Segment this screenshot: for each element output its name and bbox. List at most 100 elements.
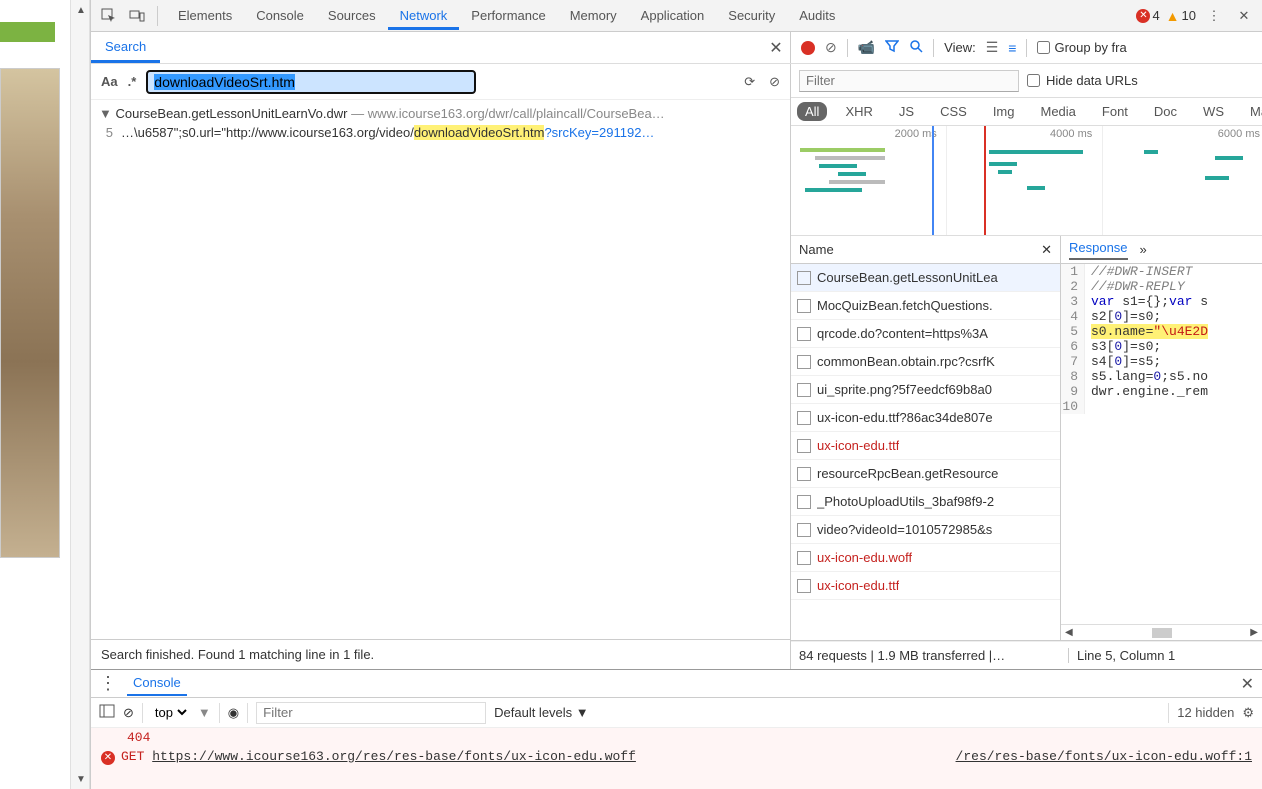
code-line: dwr.engine._rem xyxy=(1085,384,1208,399)
clear-icon[interactable]: ⊘ xyxy=(825,39,837,56)
filter-xhr[interactable]: XHR xyxy=(837,102,880,121)
response-tabs: Response » xyxy=(1061,236,1262,264)
console-message[interactable]: 404 xyxy=(91,728,1262,747)
console-filter-input[interactable] xyxy=(256,702,486,724)
record-icon[interactable] xyxy=(801,41,815,55)
file-icon xyxy=(797,523,811,537)
device-toggle-icon[interactable] xyxy=(125,4,149,28)
response-tab[interactable]: Response xyxy=(1069,240,1128,260)
page-scrollbar[interactable]: ▲ ▼ xyxy=(70,0,90,789)
close-devtools-icon[interactable]: ✕ xyxy=(1232,4,1256,28)
log-levels-selector[interactable]: Default levels ▼ xyxy=(494,705,589,720)
filter-icon[interactable] xyxy=(885,39,899,56)
tab-security[interactable]: Security xyxy=(716,2,787,30)
filter-img[interactable]: Img xyxy=(985,102,1023,121)
resource-type-filters: AllXHRJSCSSImgMediaFontDocWSManifestO xyxy=(791,98,1262,126)
request-row[interactable]: ux-icon-edu.ttf xyxy=(791,572,1060,600)
search-tab[interactable]: Search xyxy=(91,33,160,63)
tab-memory[interactable]: Memory xyxy=(558,2,629,30)
main-split: Aa .* ⟳ ⊘ ▼ CourseBean.getLessonUnitLear… xyxy=(91,64,1262,669)
error-count[interactable]: ✕4 xyxy=(1136,8,1159,23)
error-url[interactable]: https://www.icourse163.org/res/res-base/… xyxy=(152,749,636,764)
request-row[interactable]: commonBean.obtain.rpc?csrfK xyxy=(791,348,1060,376)
filter-js[interactable]: JS xyxy=(891,102,922,121)
filter-css[interactable]: CSS xyxy=(932,102,975,121)
request-row[interactable]: CourseBean.getLessonUnitLea xyxy=(791,264,1060,292)
live-expression-icon[interactable]: ◉ xyxy=(228,705,239,721)
request-row[interactable]: resourceRpcBean.getResource xyxy=(791,460,1060,488)
tab-application[interactable]: Application xyxy=(629,2,717,30)
close-search-icon[interactable]: ✕ xyxy=(762,38,790,58)
filter-manifest[interactable]: Manifest xyxy=(1242,102,1262,121)
context-selector[interactable]: top xyxy=(151,704,190,721)
filter-doc[interactable]: Doc xyxy=(1146,102,1185,121)
scroll-up-arrow[interactable]: ▲ xyxy=(71,0,91,20)
filter-all[interactable]: All xyxy=(797,102,827,121)
error-source[interactable]: /res/res-base/fonts/ux-icon-edu.woff:1 xyxy=(956,749,1252,764)
tab-elements[interactable]: Elements xyxy=(166,2,244,30)
filter-ws[interactable]: WS xyxy=(1195,102,1232,121)
request-row[interactable]: _PhotoUploadUtils_3baf98f9-2 xyxy=(791,488,1060,516)
tab-audits[interactable]: Audits xyxy=(787,2,847,30)
console-message[interactable]: ✕GET https://www.icourse163.org/res/res-… xyxy=(91,747,1262,767)
request-row[interactable]: video?videoId=1010572985&s xyxy=(791,516,1060,544)
kebab-menu-icon[interactable]: ⋮ xyxy=(1202,4,1226,28)
code-line xyxy=(1085,399,1091,414)
tab-performance[interactable]: Performance xyxy=(459,2,557,30)
close-drawer-icon[interactable]: ✕ xyxy=(1241,674,1254,694)
search-result-file[interactable]: ▼ CourseBean.getLessonUnitLearnVo.dwr — … xyxy=(91,104,790,123)
request-row[interactable]: MocQuizBean.fetchQuestions. xyxy=(791,292,1060,320)
response-hscroll[interactable]: ◀▶ xyxy=(1061,624,1262,640)
hidden-count[interactable]: 12 hidden xyxy=(1177,705,1234,720)
response-body[interactable]: 1//#DWR-INSERT2//#DWR-REPLY3var s1={};va… xyxy=(1061,264,1262,624)
view-label: View: xyxy=(944,40,976,55)
camera-icon[interactable]: 📹 xyxy=(858,39,875,56)
console-tab[interactable]: Console xyxy=(127,671,187,696)
refresh-icon[interactable]: ⟳ xyxy=(744,74,755,90)
drawer-menu-icon[interactable]: ⋮ xyxy=(99,673,117,694)
case-sensitive-toggle[interactable]: Aa xyxy=(101,74,118,89)
filter-font[interactable]: Font xyxy=(1094,102,1136,121)
line-number: 9 xyxy=(1061,384,1085,399)
group-by-frame-checkbox[interactable]: Group by fra xyxy=(1037,40,1126,55)
request-row[interactable]: ux-icon-edu.ttf?86ac34de807e xyxy=(791,404,1060,432)
network-timeline[interactable]: 2000 ms 4000 ms 6000 ms xyxy=(791,126,1262,236)
request-name: commonBean.obtain.rpc?csrfK xyxy=(817,354,995,369)
regex-toggle[interactable]: .* xyxy=(128,74,137,89)
result-line-text: …\u6587";s0.url="http://www.icourse163.o… xyxy=(121,125,782,140)
tab-console[interactable]: Console xyxy=(244,2,316,30)
separator xyxy=(933,39,934,57)
network-toolbar: ⊘ 📹 View: ☰ ≡ Group by fra xyxy=(791,32,1262,63)
request-row[interactable]: ux-icon-edu.woff xyxy=(791,544,1060,572)
code-line: s5.lang=0;s5.no xyxy=(1085,369,1208,384)
close-detail-icon[interactable]: ✕ xyxy=(1041,242,1052,258)
tab-sources[interactable]: Sources xyxy=(316,2,388,30)
search-result-line[interactable]: 5 …\u6587";s0.url="http://www.icourse163… xyxy=(91,123,790,142)
filter-media[interactable]: Media xyxy=(1032,102,1083,121)
hide-data-urls-checkbox[interactable]: Hide data URLs xyxy=(1027,73,1138,88)
large-rows-icon[interactable]: ☰ xyxy=(986,39,999,56)
inspect-icon[interactable] xyxy=(97,4,121,28)
warning-count[interactable]: ▲10 xyxy=(1166,8,1196,24)
result-line-number: 5 xyxy=(99,125,113,140)
request-row[interactable]: ui_sprite.png?5f7eedcf69b8a0 xyxy=(791,376,1060,404)
search-icon[interactable] xyxy=(909,39,923,56)
code-line: //#DWR-REPLY xyxy=(1085,279,1185,294)
waterfall-icon[interactable]: ≡ xyxy=(1008,40,1016,56)
search-results: ▼ CourseBean.getLessonUnitLearnVo.dwr — … xyxy=(91,100,790,639)
tab-network[interactable]: Network xyxy=(388,2,460,30)
request-list-header: Name ✕ xyxy=(791,236,1060,264)
name-column-header[interactable]: Name xyxy=(799,242,834,257)
more-tabs-icon[interactable]: » xyxy=(1140,242,1147,257)
console-settings-icon[interactable]: ⚙ xyxy=(1242,705,1254,721)
request-row[interactable]: ux-icon-edu.ttf xyxy=(791,432,1060,460)
scroll-down-arrow[interactable]: ▼ xyxy=(71,769,91,789)
search-input[interactable] xyxy=(146,70,476,94)
console-toolbar: ⊘ top ▼ ◉ Default levels ▼ 12 hidden ⚙ xyxy=(91,698,1262,728)
request-row[interactable]: qrcode.do?content=https%3A xyxy=(791,320,1060,348)
console-sidebar-icon[interactable] xyxy=(99,703,115,722)
request-name: CourseBean.getLessonUnitLea xyxy=(817,270,998,285)
clear-search-icon[interactable]: ⊘ xyxy=(769,74,780,90)
clear-console-icon[interactable]: ⊘ xyxy=(123,705,134,721)
network-filter-input[interactable] xyxy=(799,70,1019,92)
